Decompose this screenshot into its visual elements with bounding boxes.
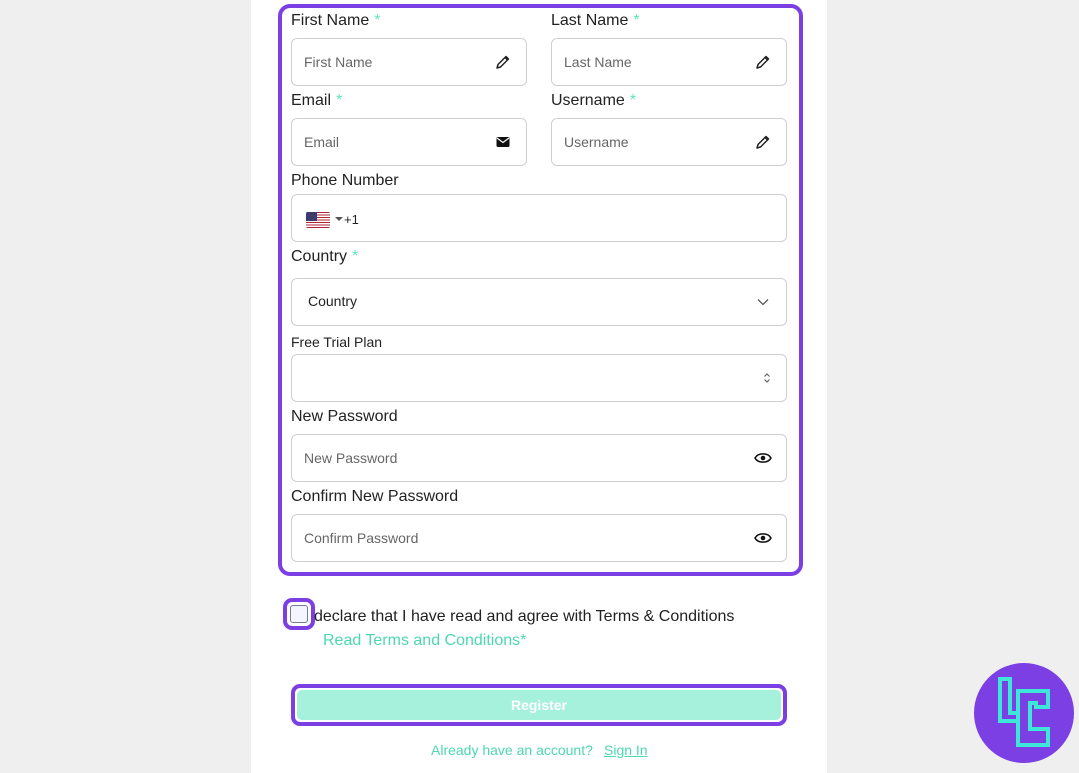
dial-code: +1 — [344, 212, 359, 227]
last-name-label: Last Name * — [551, 12, 640, 30]
terms-checkbox[interactable] — [290, 605, 308, 623]
confirm-password-placeholder: Confirm Password — [304, 530, 419, 546]
first-name-placeholder: First Name — [304, 54, 373, 70]
required-marker: * — [336, 92, 343, 109]
free-trial-plan-label-text: Free Trial Plan — [291, 334, 383, 350]
free-trial-plan-label: Free Trial Plan — [291, 334, 382, 350]
free-trial-plan-select[interactable] — [291, 354, 787, 402]
required-marker: * — [629, 92, 637, 109]
email-field[interactable]: Email — [291, 118, 527, 166]
terms-declaration: declare that I have read and agree with … — [314, 608, 735, 625]
us-flag-icon[interactable] — [306, 212, 330, 228]
phone-number-field[interactable]: +1 — [291, 194, 787, 242]
first-name-label: First Name * — [291, 12, 380, 30]
required-marker: * — [352, 248, 359, 265]
email-label: Email * — [291, 92, 342, 110]
email-placeholder: Email — [304, 134, 340, 150]
already-have-account-text: Already have an account? — [431, 742, 593, 758]
up-down-chevron-icon — [758, 369, 776, 387]
phone-number-label-text: Phone Number — [291, 172, 399, 189]
caret-down-icon[interactable] — [335, 217, 343, 221]
confirm-password-field[interactable]: Confirm Password — [291, 514, 787, 562]
required-marker: * — [374, 12, 381, 29]
chevron-down-icon — [754, 293, 772, 311]
read-terms-link[interactable]: Read Terms and Conditions* — [323, 632, 526, 650]
last-name-field[interactable]: Last Name — [551, 38, 787, 86]
last-name-placeholder: Last Name — [564, 54, 632, 70]
envelope-icon — [494, 133, 512, 151]
username-field[interactable]: Username — [551, 118, 787, 166]
confirm-password-label: Confirm New Password — [291, 488, 458, 506]
brand-logo — [974, 663, 1074, 763]
country-select[interactable]: Country — [291, 278, 787, 326]
first-name-label-text: First Name — [291, 12, 370, 29]
required-marker: * — [633, 12, 640, 29]
register-button[interactable]: Register — [297, 690, 781, 720]
new-password-label-text: New Password — [291, 408, 398, 425]
pencil-icon — [494, 53, 512, 71]
country-label-text: Country — [291, 248, 348, 265]
first-name-field[interactable]: First Name — [291, 38, 527, 86]
pencil-icon — [754, 133, 772, 151]
username-label: Username * — [551, 92, 636, 110]
last-name-label-text: Last Name — [551, 12, 629, 29]
new-password-placeholder: New Password — [304, 450, 398, 466]
country-select-value: Country — [308, 293, 358, 309]
confirm-password-label-text: Confirm New Password — [291, 488, 459, 505]
eye-icon[interactable] — [754, 529, 772, 547]
country-label: Country * — [291, 248, 358, 266]
sign-in-link[interactable]: Sign In — [604, 742, 648, 758]
new-password-field[interactable]: New Password — [291, 434, 787, 482]
eye-icon[interactable] — [754, 449, 772, 467]
username-placeholder: Username — [564, 134, 629, 150]
email-label-text: Email — [291, 92, 332, 109]
new-password-label: New Password — [291, 408, 398, 426]
pencil-icon — [754, 53, 772, 71]
username-label-text: Username — [551, 92, 625, 109]
phone-number-label: Phone Number — [291, 172, 399, 190]
